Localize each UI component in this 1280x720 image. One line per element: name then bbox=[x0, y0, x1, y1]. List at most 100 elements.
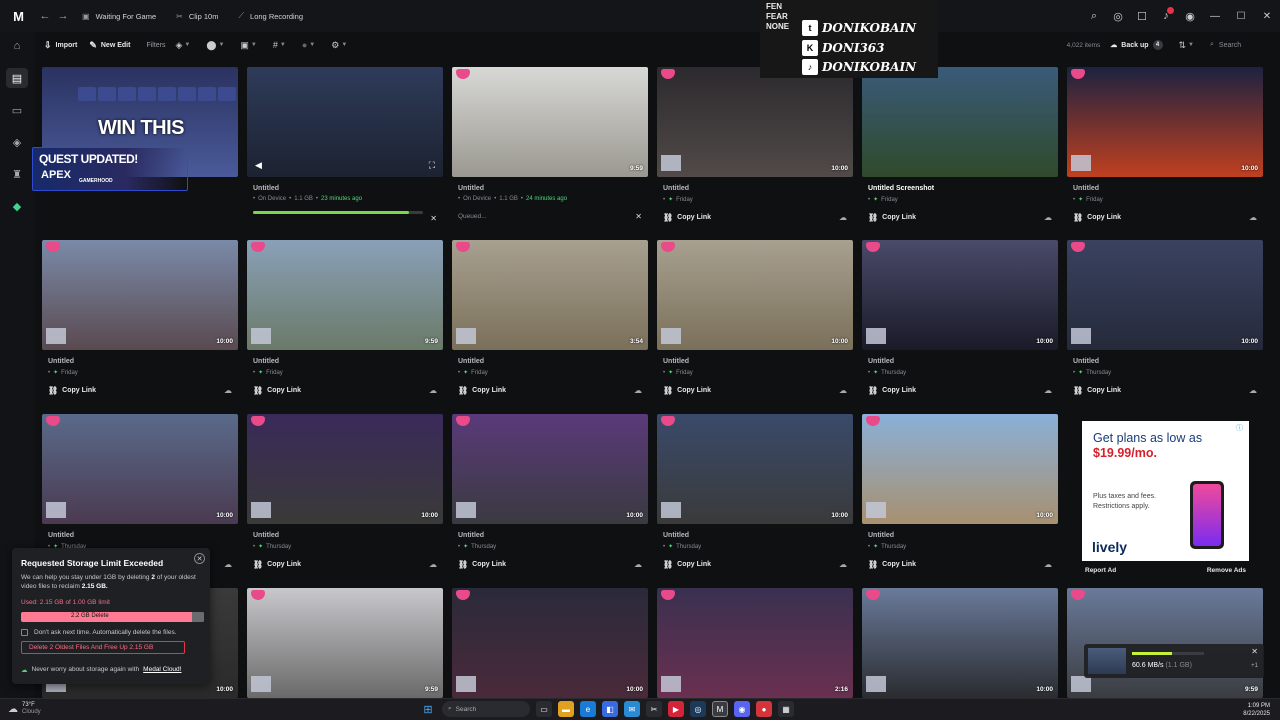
edge-browser-icon[interactable]: e bbox=[580, 701, 596, 717]
copy-link-button[interactable]: ⛓Copy Link bbox=[458, 560, 506, 569]
weather-widget[interactable]: ☁ 73°F Cloudy bbox=[8, 702, 41, 716]
clip-card[interactable]: Untitled Screenshot • ✦ Friday ⛓ Copy Link ☁ bbox=[862, 67, 1058, 223]
close-icon[interactable]: ✕ bbox=[1254, 0, 1280, 32]
forward-arrow-icon[interactable]: → bbox=[54, 0, 72, 32]
clip-title[interactable]: Untitled bbox=[42, 532, 238, 539]
copy-link-button[interactable]: ⛓Copy Link bbox=[663, 213, 711, 222]
copy-link-button[interactable]: ⛓Copy Link bbox=[253, 386, 301, 395]
close-icon[interactable]: ✕ bbox=[1251, 647, 1258, 656]
clip-title[interactable]: Untitled bbox=[1067, 185, 1263, 192]
game-filter-dropdown[interactable]: ◈ ▼ bbox=[170, 40, 197, 51]
calculator-icon[interactable]: ▦ bbox=[778, 701, 794, 717]
cloud-upload-icon[interactable]: ☁ bbox=[429, 386, 437, 395]
clip-thumbnail[interactable]: 10:00 bbox=[862, 414, 1058, 524]
clip-thumbnail[interactable]: 10:00 bbox=[862, 240, 1058, 350]
clip-title[interactable]: Untitled bbox=[247, 185, 443, 192]
clip-card[interactable]: 10:00 Untitled • ✦ Friday ⛓ Copy Link ☁ bbox=[42, 240, 238, 396]
copy-link-button[interactable]: ⛓Copy Link bbox=[458, 386, 506, 395]
cloud-upload-icon[interactable]: ☁ bbox=[224, 560, 232, 569]
gamepad-icon[interactable]: ◈ bbox=[6, 132, 28, 152]
cloud-upload-icon[interactable]: ☁ bbox=[839, 386, 847, 395]
system-clock[interactable]: 1:09 PM 8/22/2025 bbox=[1243, 702, 1270, 718]
clip-thumbnail[interactable]: 10:00 bbox=[1067, 67, 1263, 177]
trophy-icon[interactable]: ♜ bbox=[6, 164, 28, 184]
clip-card[interactable]: 10:00Untitled•✦Thursday⛓Copy Link☁ bbox=[247, 414, 443, 570]
clip-title[interactable]: Untitled bbox=[452, 358, 648, 365]
fullscreen-icon[interactable]: ⛶ bbox=[429, 160, 435, 171]
maximize-icon[interactable]: ☐ bbox=[1228, 0, 1254, 32]
clip-title[interactable]: Untitled bbox=[657, 532, 853, 539]
clip-title[interactable]: Untitled bbox=[657, 185, 853, 192]
clip-thumbnail[interactable]: 3:54 bbox=[452, 240, 648, 350]
clip-card[interactable]: 9:59 bbox=[247, 588, 443, 698]
copy-link-button[interactable]: ⛓Copy Link bbox=[868, 386, 916, 395]
medal-logo[interactable]: M bbox=[0, 0, 36, 32]
search-icon[interactable]: ⌕ bbox=[1082, 0, 1106, 32]
taskbar-search[interactable]: ⌕ Search bbox=[442, 701, 530, 717]
media-filter-dropdown[interactable]: ▣ ▼ bbox=[234, 40, 262, 51]
clip-thumbnail[interactable]: 9:59 bbox=[1067, 588, 1263, 698]
clip-card[interactable]: 10:00Untitled•✦Thursday⛓Copy Link☁ bbox=[42, 414, 238, 570]
volume-icon[interactable]: ◀ bbox=[255, 160, 262, 171]
cloud-upload-icon[interactable]: ☁ bbox=[429, 560, 437, 569]
folder-icon[interactable]: ▭ bbox=[6, 100, 28, 120]
obs-icon[interactable]: ● bbox=[756, 701, 772, 717]
clip-card[interactable]: 10:00 Untitled • ✦ Friday ⛓ Copy Link ☁ bbox=[657, 67, 853, 223]
cloud-upload-icon[interactable]: ☁ bbox=[634, 560, 642, 569]
clip-thumbnail[interactable]: 10:00 bbox=[452, 414, 648, 524]
library-icon[interactable]: ▤ bbox=[6, 68, 28, 88]
clip-card[interactable]: 10:00Untitled•✦Thursday⛓Copy Link☁ bbox=[1067, 240, 1263, 396]
globe-icon[interactable]: ◎ bbox=[1106, 0, 1130, 32]
bell-icon[interactable]: ♪ bbox=[1154, 0, 1178, 32]
copy-link-button[interactable]: ⛓Copy Link bbox=[663, 386, 711, 395]
delete-oldest-files-button[interactable]: Delete 2 Oldest Files And Free Up 2.15 G… bbox=[21, 641, 185, 654]
adobe-icon[interactable]: ▶ bbox=[668, 701, 684, 717]
clip-thumbnail[interactable]: 10:00 bbox=[657, 414, 853, 524]
copy-link-button[interactable]: ⛓Copy Link bbox=[1073, 213, 1121, 222]
cloud-upload-icon[interactable]: ☁ bbox=[839, 560, 847, 569]
copy-link-button[interactable]: ⛓Copy Link bbox=[1073, 386, 1121, 395]
clip-thumbnail[interactable]: 9:59 bbox=[247, 588, 443, 698]
clip-thumbnail[interactable]: 9:59 bbox=[247, 240, 443, 350]
backup-button[interactable]: ☁ Back up 4 bbox=[1110, 40, 1163, 50]
clip-title[interactable]: Untitled bbox=[862, 532, 1058, 539]
copy-link-button[interactable]: ⛓Copy Link bbox=[253, 560, 301, 569]
discord-icon[interactable]: ◉ bbox=[734, 701, 750, 717]
clip-card[interactable]: 3:54 Untitled • ✦ Friday ⛓ Copy Link ☁ bbox=[452, 240, 648, 396]
checkbox-box[interactable] bbox=[21, 629, 28, 636]
clip-title[interactable]: Untitled bbox=[42, 358, 238, 365]
new-edit-button[interactable]: ✎ New Edit bbox=[85, 35, 134, 55]
clip-card[interactable]: 10:00Untitled•✦Thursday⛓Copy Link☁ bbox=[452, 414, 648, 570]
search-input[interactable]: ⌕ Search bbox=[1210, 41, 1270, 49]
cloud-upload-icon[interactable]: ☁ bbox=[1249, 213, 1257, 222]
copy-link-button[interactable]: ⛓Copy Link bbox=[868, 213, 916, 222]
settings-filter-dropdown[interactable]: ⚙ ▼ bbox=[325, 40, 353, 51]
clip-card[interactable]: 10:00Untitled•✦Thursday⛓Copy Link☁ bbox=[862, 414, 1058, 570]
clip-title[interactable]: Untitled bbox=[452, 185, 648, 192]
clip-card[interactable]: 9:59 Untitled • On Device • 1.1 GB • 24 minutes… bbox=[452, 67, 648, 222]
import-button[interactable]: ⇩ Import bbox=[40, 35, 81, 55]
copy-link-button[interactable]: ⛓Copy Link bbox=[663, 560, 711, 569]
mail-icon[interactable]: ✉ bbox=[624, 701, 640, 717]
file-explorer-icon[interactable]: ▬ bbox=[558, 701, 574, 717]
clip-title[interactable]: Untitled bbox=[1067, 358, 1263, 365]
auto-delete-checkbox[interactable]: Don't ask next time. Automatically delet… bbox=[21, 629, 177, 636]
clip-card[interactable]: ◀ ⛶ Untitled • On Device • 1.1 GB • 23 minutes a… bbox=[247, 67, 443, 223]
clip-thumbnail[interactable]: 2:16 bbox=[657, 588, 853, 698]
steam-icon[interactable]: ◎ bbox=[690, 701, 706, 717]
clip-title[interactable]: Untitled Screenshot bbox=[862, 185, 1058, 192]
cancel-upload-icon[interactable]: ✕ bbox=[430, 214, 437, 223]
task-view-icon[interactable]: ▭ bbox=[536, 701, 552, 717]
clip-title[interactable]: Untitled bbox=[247, 358, 443, 365]
back-arrow-icon[interactable]: ← bbox=[36, 0, 54, 32]
clip-card[interactable]: 9:59 Untitled • ✦ Friday ⛓ Copy Link ☁ bbox=[247, 240, 443, 396]
clip-thumbnail[interactable]: 10:00 bbox=[247, 414, 443, 524]
clip-thumbnail[interactable] bbox=[862, 67, 1058, 177]
copy-link-button[interactable]: ⛓Copy Link bbox=[48, 386, 96, 395]
medal-brand-icon[interactable]: ◆ bbox=[6, 196, 28, 216]
clip-title[interactable]: Untitled bbox=[247, 532, 443, 539]
windows-start-icon[interactable]: ⊞ bbox=[420, 701, 436, 717]
clip-thumbnail[interactable]: 10:00 bbox=[42, 414, 238, 524]
remove-ads-link[interactable]: Remove Ads bbox=[1207, 567, 1246, 574]
tab-clip-10m[interactable]: ✂ Clip 10m bbox=[166, 0, 228, 32]
